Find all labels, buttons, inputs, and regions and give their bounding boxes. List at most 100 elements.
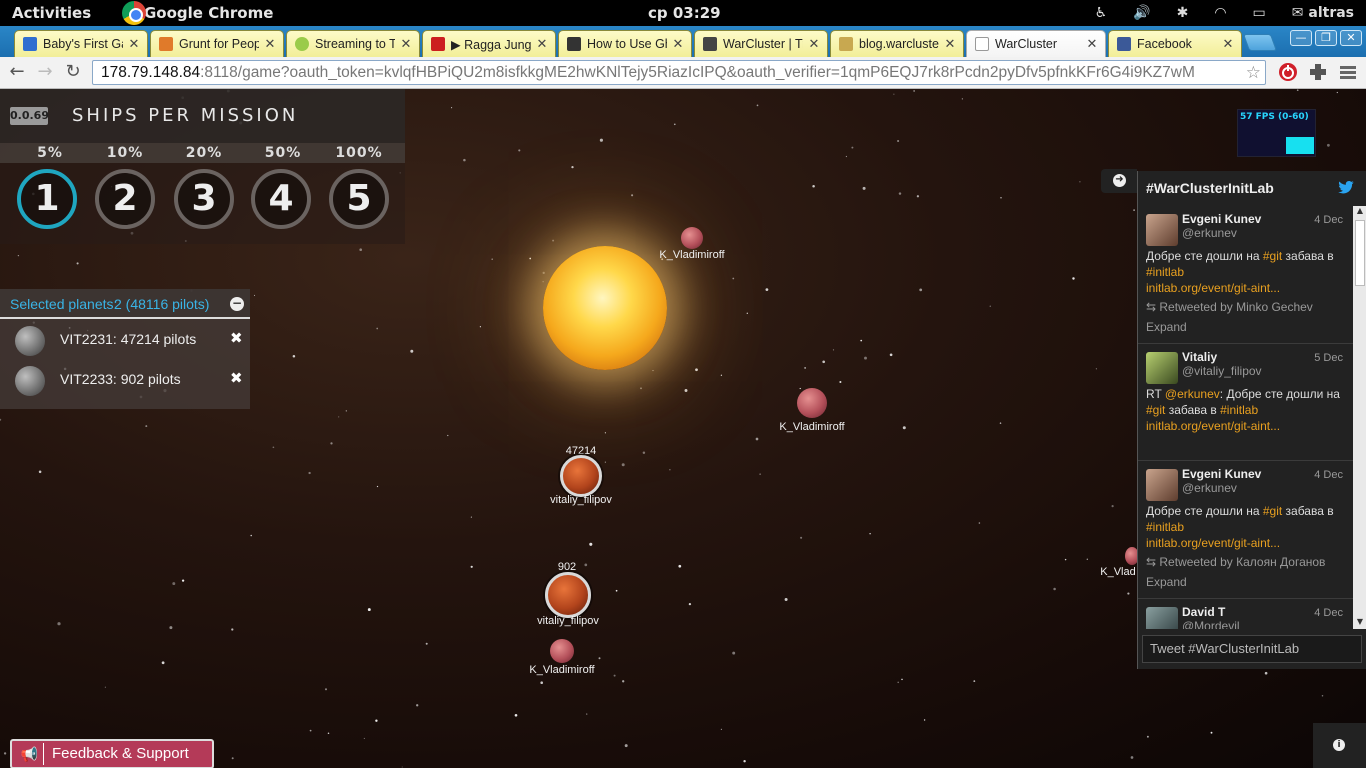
ship-percent-button-4[interactable]: 4 <box>251 169 311 229</box>
close-icon[interactable]: ✕ <box>399 36 413 52</box>
collapse-icon[interactable]: − <box>230 297 244 311</box>
expand-link[interactable]: Expand <box>1146 320 1347 334</box>
close-icon[interactable]: ✕ <box>535 36 549 52</box>
scroll-down-icon[interactable]: ▼ <box>1353 617 1366 629</box>
address-bar[interactable]: 178.79.148.84:8118/game?oauth_token=kvlq… <box>92 60 1266 85</box>
tweet-handle[interactable]: @erkunev <box>1182 226 1347 240</box>
mention-link[interactable]: @erkunev <box>1165 387 1220 401</box>
hashtag-link[interactable]: #initlab <box>1146 520 1184 534</box>
tab-favicon <box>23 37 37 51</box>
tweet-date[interactable]: 4 Dec <box>1314 469 1343 481</box>
accessibility-icon[interactable]: ♿ <box>1095 5 1108 21</box>
avatar[interactable] <box>1146 607 1178 629</box>
tweet-list-scrollbar[interactable]: ▲ ▼ <box>1353 206 1366 629</box>
chrome-menu-button[interactable] <box>1338 62 1358 82</box>
avatar[interactable] <box>1146 352 1178 384</box>
planet[interactable] <box>550 639 574 663</box>
star <box>732 277 735 280</box>
clock[interactable]: ср 03:29 <box>648 4 721 22</box>
browser-tab[interactable]: Streaming to Tw ✕ <box>286 30 420 57</box>
close-icon[interactable]: ✕ <box>1221 36 1235 52</box>
bluetooth-icon[interactable]: ✱ <box>1177 5 1189 21</box>
battery-icon[interactable]: ▭ <box>1253 5 1266 21</box>
bookmark-star-icon[interactable]: ☆ <box>1246 61 1261 84</box>
back-button[interactable]: ← <box>6 61 28 83</box>
twitter-bird-icon[interactable] <box>1337 181 1355 195</box>
extension-button[interactable] <box>1278 62 1298 82</box>
browser-tab[interactable]: How to Use Gho ✕ <box>558 30 692 57</box>
tweet-handle[interactable]: @erkunev <box>1182 481 1347 495</box>
user-name: altras <box>1308 5 1354 21</box>
planet-selected[interactable] <box>560 455 602 497</box>
app-menu[interactable]: Google Chrome <box>122 0 273 26</box>
planet[interactable] <box>797 388 827 418</box>
browser-tab[interactable]: WarCluster | Tre ✕ <box>694 30 828 57</box>
selected-planet-row[interactable]: VIT2233: 902 pilots ✖ <box>0 359 250 399</box>
maximize-button[interactable]: ❐ <box>1315 30 1337 46</box>
avatar[interactable] <box>1146 214 1178 246</box>
browser-tab-active[interactable]: WarCluster ✕ <box>966 30 1106 57</box>
ship-percent-button-2[interactable]: 2 <box>95 169 155 229</box>
star <box>678 564 682 568</box>
tweet-date[interactable]: 5 Dec <box>1314 352 1343 364</box>
tweet[interactable]: David T @Mordevil 4 Dec <box>1138 599 1353 629</box>
new-tab-button[interactable] <box>1242 34 1278 51</box>
expand-link[interactable]: Expand <box>1146 575 1347 589</box>
tweet-handle[interactable]: @vitaliy_filipov <box>1182 364 1347 378</box>
tweet-date[interactable]: 4 Dec <box>1314 607 1343 619</box>
hashtag-link[interactable]: #git <box>1263 504 1282 518</box>
remove-icon[interactable]: ✖ <box>230 369 243 387</box>
star <box>897 681 899 684</box>
tweet[interactable]: Evgeni Kunev @erkunev 4 Dec Добре сте до… <box>1138 461 1353 599</box>
scrollbar-thumb[interactable] <box>1355 220 1365 286</box>
tweet-link[interactable]: initlab.org/event/git-aint... <box>1146 281 1280 295</box>
close-window-button[interactable]: ✕ <box>1340 30 1362 46</box>
ship-percent-button-1[interactable]: 1 <box>17 169 77 229</box>
ship-percent-button-3[interactable]: 3 <box>174 169 234 229</box>
browser-tab[interactable]: Facebook ✕ <box>1108 30 1242 57</box>
tweet-list[interactable]: Evgeni Kunev @erkunev 4 Dec Добре сте до… <box>1138 206 1353 629</box>
volume-icon[interactable]: 🔊 <box>1133 5 1150 21</box>
planet[interactable] <box>681 227 703 249</box>
browser-tab[interactable]: Grunt for Peop ✕ <box>150 30 284 57</box>
remove-icon[interactable]: ✖ <box>230 329 243 347</box>
close-icon[interactable]: ✕ <box>807 36 821 52</box>
planet-selected[interactable] <box>545 572 591 618</box>
avatar[interactable] <box>1146 469 1178 501</box>
game-canvas[interactable]: K_Vladimiroff K_Vladimiroff 47214 vitali… <box>0 89 1366 768</box>
hashtag-link[interactable]: #initlab <box>1146 265 1184 279</box>
close-icon[interactable]: ✕ <box>943 36 957 52</box>
tweet-link[interactable]: initlab.org/event/git-aint... <box>1146 536 1280 550</box>
forward-button[interactable]: → <box>34 61 56 83</box>
selected-planet-row[interactable]: VIT2231: 47214 pilots ✖ <box>0 319 250 359</box>
close-icon[interactable]: ✕ <box>671 36 685 52</box>
twitter-toggle-button[interactable]: ➜ <box>1101 169 1137 193</box>
tweet[interactable]: Vitaliy @vitaliy_filipov 5 Dec RT @erkun… <box>1138 344 1353 461</box>
reload-button[interactable]: ↻ <box>62 61 84 83</box>
sun[interactable] <box>543 246 667 370</box>
close-icon[interactable]: ✕ <box>127 36 141 52</box>
minimize-button[interactable]: — <box>1290 30 1312 46</box>
close-icon[interactable]: ✕ <box>263 36 277 52</box>
wifi-icon[interactable]: ◠ <box>1214 5 1226 21</box>
hashtag-link[interactable]: #git <box>1263 249 1282 263</box>
tweet-link[interactable]: initlab.org/event/git-aint... <box>1146 419 1280 433</box>
activities-button[interactable]: Activities <box>12 4 91 22</box>
user-menu[interactable]: ✉ altras <box>1292 5 1354 21</box>
extension-button[interactable] <box>1308 62 1328 82</box>
tweet-date[interactable]: 4 Dec <box>1314 214 1343 226</box>
browser-tab[interactable]: blog.warcluster ✕ <box>830 30 964 57</box>
hashtag-link[interactable]: #git <box>1146 403 1165 417</box>
tweet-handle[interactable]: @Mordevil <box>1182 619 1347 629</box>
twitter-hashtag[interactable]: #WarClusterInitLab <box>1146 180 1274 196</box>
browser-tab[interactable]: ▶ Ragga Jungle ✕ <box>422 30 556 57</box>
info-button[interactable]: i <box>1313 723 1366 768</box>
browser-tab[interactable]: Baby's First Gar ✕ <box>14 30 148 57</box>
tweet[interactable]: Evgeni Kunev @erkunev 4 Dec Добре сте до… <box>1138 206 1353 344</box>
scroll-up-icon[interactable]: ▲ <box>1353 206 1366 218</box>
feedback-support-button[interactable]: 📢 Feedback & Support <box>10 739 214 768</box>
ship-percent-button-5[interactable]: 5 <box>329 169 389 229</box>
close-icon[interactable]: ✕ <box>1085 36 1099 52</box>
hashtag-link[interactable]: #initlab <box>1220 403 1258 417</box>
tweet-compose-input[interactable]: Tweet #WarClusterInitLab <box>1142 635 1362 663</box>
